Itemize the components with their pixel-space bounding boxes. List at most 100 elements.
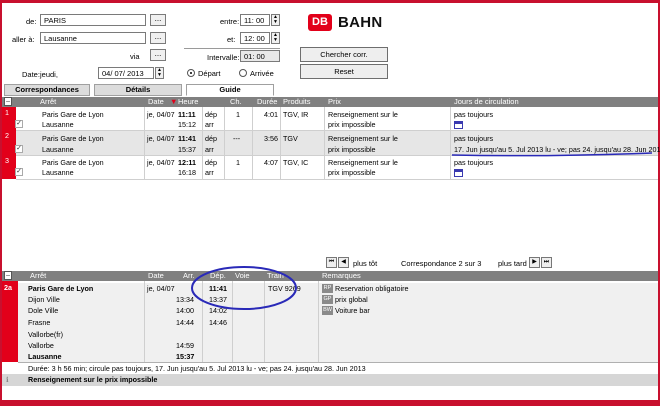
stop-name: Lausanne bbox=[28, 352, 62, 361]
stop-name: Paris Gare de Lyon bbox=[28, 284, 94, 293]
calendar-icon[interactable] bbox=[454, 169, 463, 177]
departure-time: 12:11 bbox=[178, 158, 196, 167]
stop-departure: Paris Gare de Lyon bbox=[42, 158, 104, 167]
annotation-ellipse bbox=[191, 266, 297, 310]
col-separator bbox=[450, 107, 451, 179]
row-checkbox[interactable]: ✓ bbox=[15, 145, 23, 153]
collapse-icon[interactable]: − bbox=[4, 271, 12, 280]
to-label: aller à: bbox=[12, 35, 35, 44]
and-time-spinner[interactable]: ▲ ▼ bbox=[271, 32, 280, 44]
date-label: Date: bbox=[22, 70, 40, 79]
products: TGV bbox=[283, 134, 298, 143]
col-remarks: Remarques bbox=[322, 271, 361, 280]
via-lookup-button[interactable]: ... bbox=[150, 49, 166, 61]
reset-button[interactable]: Reset bbox=[300, 64, 388, 79]
price-info: prix impossible bbox=[328, 145, 376, 154]
row-checkbox[interactable]: ✓ bbox=[15, 168, 23, 176]
annotation-underline bbox=[451, 152, 653, 157]
tab-details[interactable]: Détails bbox=[94, 84, 182, 96]
operating-days: pas toujours bbox=[454, 158, 494, 167]
tab-guide[interactable]: Guide bbox=[186, 84, 274, 96]
col-separator bbox=[202, 107, 203, 179]
entry-time-spinner[interactable]: ▲ ▼ bbox=[271, 14, 280, 26]
col-separator bbox=[324, 107, 325, 179]
calendar-icon[interactable] bbox=[454, 121, 463, 129]
changes-count: 1 bbox=[236, 110, 240, 119]
col-date: Date bbox=[148, 271, 164, 280]
from-label: de: bbox=[26, 17, 37, 26]
form-divider bbox=[184, 48, 280, 49]
dep-marker: dép bbox=[205, 110, 217, 119]
to-field[interactable]: Lausanne bbox=[40, 32, 146, 44]
tab-connections[interactable]: Correspondances bbox=[4, 84, 90, 96]
from-field[interactable]: PARIS bbox=[40, 14, 146, 26]
col-separator bbox=[144, 107, 145, 179]
earlier-link[interactable]: plus tôt bbox=[353, 259, 377, 268]
departure-radio[interactable] bbox=[187, 69, 195, 77]
db-logo-icon: DB bbox=[308, 14, 332, 31]
db-logo-text: BAHN bbox=[338, 14, 383, 31]
arrival-radio[interactable] bbox=[239, 69, 247, 77]
price-info: prix impossible bbox=[328, 168, 376, 177]
stop-date: je, 04/07 bbox=[147, 284, 175, 293]
price-info: Renseignement sur le bbox=[328, 110, 398, 119]
travel-date: je, 04/07 bbox=[147, 134, 175, 143]
date-field[interactable]: 04/ 07/ 2013 bbox=[98, 67, 154, 79]
col-changes[interactable]: Ch. bbox=[230, 97, 242, 107]
remark-code-badge: RP bbox=[322, 284, 333, 293]
first-connection-button[interactable]: ⏮ bbox=[326, 257, 337, 268]
arr-marker: arr bbox=[205, 145, 214, 154]
via-label: via bbox=[130, 52, 140, 61]
date-spinner[interactable]: ▲ ▼ bbox=[155, 67, 164, 79]
col-duration[interactable]: Durée bbox=[257, 97, 277, 107]
products: TGV, IR bbox=[283, 110, 309, 119]
duration: 4:07 bbox=[264, 158, 278, 167]
entry-time-field[interactable]: 11: 00 bbox=[240, 14, 270, 26]
later-link[interactable]: plus tard bbox=[498, 259, 527, 268]
details-header: − Arrêt Date Arr. Dép. Voie Train Remarq… bbox=[2, 271, 658, 281]
next-arrow-icon[interactable]: ▶ bbox=[529, 257, 540, 268]
col-days[interactable]: Jours de circulation bbox=[454, 97, 519, 107]
travel-date: je, 04/07 bbox=[147, 110, 175, 119]
departure-radio-label: Départ bbox=[198, 69, 221, 78]
collapse-icon[interactable]: − bbox=[4, 97, 12, 106]
col-stop[interactable]: Arrêt bbox=[40, 97, 56, 107]
from-lookup-button[interactable]: ... bbox=[150, 14, 166, 26]
stop-arrival: Lausanne bbox=[42, 145, 74, 154]
remark-text: Voiture bar bbox=[335, 306, 370, 315]
row-separator bbox=[16, 179, 658, 180]
remark-text: prix global bbox=[335, 295, 368, 304]
stop-name: Vallorbe bbox=[28, 341, 54, 350]
col-separator bbox=[252, 107, 253, 179]
to-lookup-button[interactable]: ... bbox=[150, 32, 166, 44]
departure-time: 11:41 bbox=[178, 134, 196, 143]
date-weekday: jeudi, bbox=[40, 70, 58, 79]
and-time-field[interactable]: 12: 00 bbox=[240, 32, 270, 44]
col-date[interactable]: Date bbox=[148, 97, 164, 107]
changes-count: 1 bbox=[236, 158, 240, 167]
duration: 3:56 bbox=[264, 134, 278, 143]
section-label: 2a bbox=[4, 283, 12, 292]
row-number: 1 bbox=[5, 108, 9, 117]
prev-arrow-icon[interactable]: ◀ bbox=[338, 257, 349, 268]
arr-marker: arr bbox=[205, 168, 214, 177]
search-connections-button[interactable]: Chercher corr. bbox=[300, 47, 388, 62]
stop-arrival-time: 14:59 bbox=[176, 341, 194, 350]
dep-marker: dép bbox=[205, 134, 217, 143]
col-time[interactable]: Heure bbox=[178, 97, 198, 107]
col-price[interactable]: Prix bbox=[328, 97, 341, 107]
journey-summary: Durée: 3 h 56 min; circule pas toujours,… bbox=[28, 364, 366, 373]
col-products[interactable]: Produits bbox=[283, 97, 311, 107]
row-number: 2 bbox=[5, 131, 9, 140]
price-note: Renseignement sur le prix impossible bbox=[28, 375, 158, 384]
col-separator bbox=[318, 281, 319, 362]
dep-marker: dép bbox=[205, 158, 217, 167]
bottom-accent-bar bbox=[2, 400, 660, 406]
and-label: et: bbox=[227, 35, 236, 44]
app-window: de: PARIS ... aller à: Lausanne ... via … bbox=[0, 0, 660, 406]
row-checkbox[interactable]: ✓ bbox=[15, 120, 23, 128]
col-separator bbox=[144, 281, 145, 362]
col-separator bbox=[280, 107, 281, 179]
last-connection-button[interactable]: ⏭ bbox=[541, 257, 552, 268]
remark-code-badge: BW bbox=[322, 306, 333, 315]
